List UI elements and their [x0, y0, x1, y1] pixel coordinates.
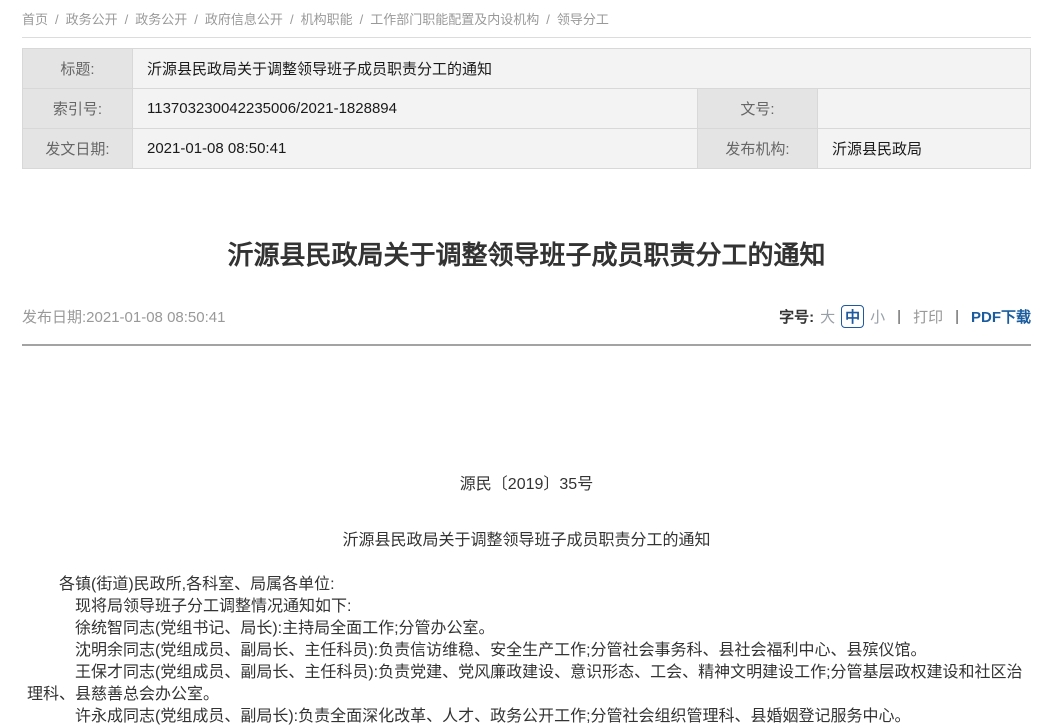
publish-date-label: 发布日期: [22, 309, 86, 326]
breadcrumb-separator: / [290, 12, 294, 27]
article-meta-row: 发布日期:2021-01-08 08:50:41 字号: 大 中 小 | 打印 … [22, 305, 1031, 346]
breadcrumb-current: 领导分工 [557, 12, 609, 27]
document-paragraph: 徐统智同志(党组书记、局长):主持局全面工作;分管办公室。 [27, 618, 1026, 640]
toolbar-divider: | [955, 308, 959, 325]
breadcrumb-separator: / [194, 12, 198, 27]
breadcrumb-link-functions[interactable]: 机构职能 [301, 12, 353, 27]
document-number: 源民〔2019〕35号 [27, 474, 1026, 496]
doc-number-label: 文号: [698, 89, 818, 129]
breadcrumb-link-info-disclosure[interactable]: 政府信息公开 [205, 12, 283, 27]
document-paragraph: 王保才同志(党组成员、副局长、主任科员):负责党建、党风廉政建设、意识形态、工会… [27, 662, 1026, 706]
breadcrumb-separator: / [125, 12, 129, 27]
document-paragraph: 沈明余同志(党组成员、副局长、主任科员):负责信访维稳、安全生产工作;分管社会事… [27, 640, 1026, 662]
pdf-download-button[interactable]: PDF下载 [971, 306, 1031, 327]
breadcrumb-link-home[interactable]: 首页 [22, 12, 48, 27]
table-row: 索引号: 113703230042235006/2021-1828894 文号: [23, 89, 1031, 129]
font-size-label: 字号: [779, 306, 814, 327]
breadcrumb-link-departments[interactable]: 工作部门职能配置及内设机构 [370, 12, 539, 27]
breadcrumb-separator: / [546, 12, 550, 27]
issue-date-value: 2021-01-08 08:50:41 [133, 129, 698, 169]
issue-date-label: 发文日期: [23, 129, 133, 169]
font-size-medium-button[interactable]: 中 [841, 305, 864, 328]
document-paragraph: 许永成同志(党组成员、副局长):负责全面深化改革、人才、政务公开工作;分管社会组… [27, 706, 1026, 728]
breadcrumb-link-zwgk-2[interactable]: 政务公开 [135, 12, 187, 27]
document-paragraph: 现将局领导班子分工调整情况通知如下: [27, 596, 1026, 618]
index-number-label: 索引号: [23, 89, 133, 129]
document-meta-table: 标题: 沂源县民政局关于调整领导班子成员职责分工的通知 索引号: 1137032… [22, 48, 1031, 169]
document-title: 沂源县民政局关于调整领导班子成员职责分工的通知 [27, 530, 1026, 552]
table-row: 标题: 沂源县民政局关于调整领导班子成员职责分工的通知 [23, 49, 1031, 89]
breadcrumb: 首页 / 政务公开 / 政务公开 / 政府信息公开 / 机构职能 / 工作部门职能配置及内设机构 / 领… [22, 0, 1031, 37]
title-value: 沂源县民政局关于调整领导班子成员职责分工的通知 [133, 49, 1031, 89]
breadcrumb-divider [22, 37, 1031, 38]
publish-date-value: 2021-01-08 08:50:41 [86, 309, 225, 326]
breadcrumb-separator: / [360, 12, 364, 27]
toolbar-divider: | [897, 308, 901, 325]
article-toolbar: 字号: 大 中 小 | 打印 | PDF下载 [779, 305, 1031, 328]
table-row: 发文日期: 2021-01-08 08:50:41 发布机构: 沂源县民政局 [23, 129, 1031, 169]
print-button[interactable]: 打印 [913, 306, 943, 327]
agency-label: 发布机构: [698, 129, 818, 169]
publish-date: 发布日期:2021-01-08 08:50:41 [22, 306, 225, 327]
document-paragraph: 各镇(街道)民政所,各科室、局属各单位: [27, 574, 1026, 596]
title-label: 标题: [23, 49, 133, 89]
font-size-large-button[interactable]: 大 [820, 306, 835, 327]
breadcrumb-link-zwgk-1[interactable]: 政务公开 [66, 12, 118, 27]
page-container: 首页 / 政务公开 / 政务公开 / 政府信息公开 / 机构职能 / 工作部门职能配置及内设机构 / 领… [0, 0, 1053, 728]
index-number-value: 113703230042235006/2021-1828894 [133, 89, 698, 129]
document-body: 源民〔2019〕35号 沂源县民政局关于调整领导班子成员职责分工的通知 各镇(街… [22, 346, 1031, 728]
doc-number-value [818, 89, 1031, 129]
page-title: 沂源县民政局关于调整领导班子成员职责分工的通知 [22, 239, 1031, 271]
breadcrumb-separator: / [55, 12, 59, 27]
font-size-small-button[interactable]: 小 [870, 306, 885, 327]
agency-value: 沂源县民政局 [818, 129, 1031, 169]
